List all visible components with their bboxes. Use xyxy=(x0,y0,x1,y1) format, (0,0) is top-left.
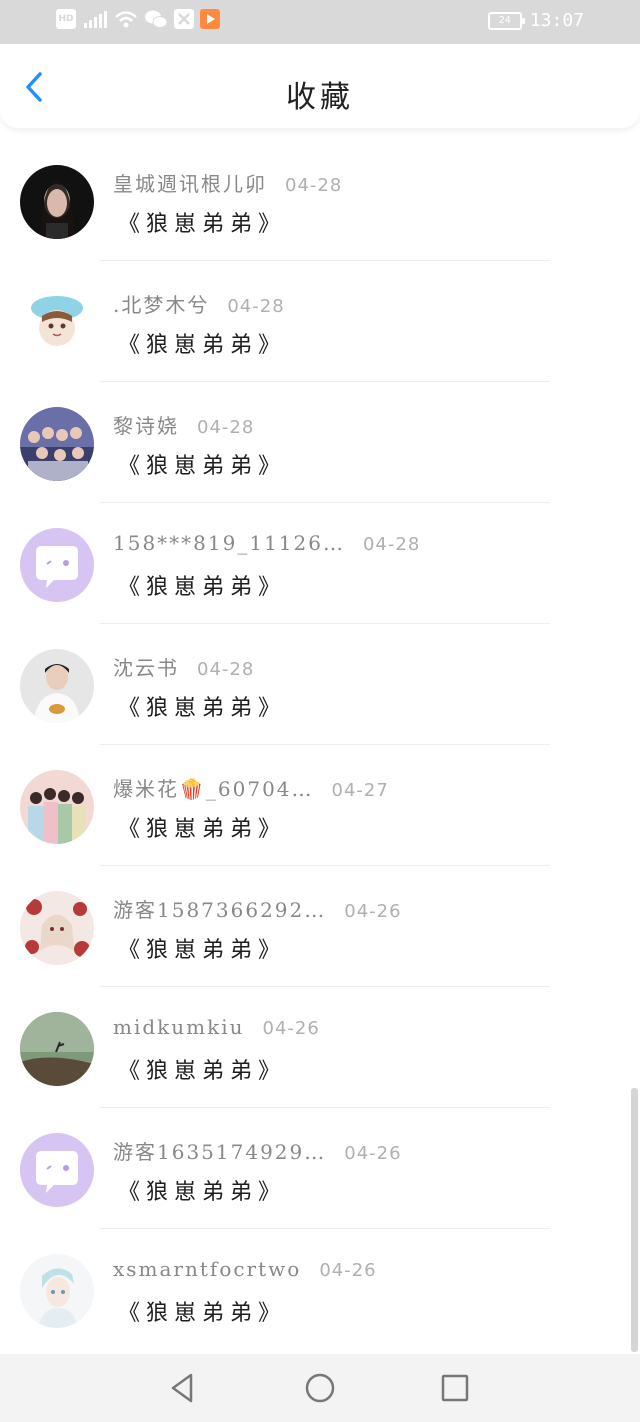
landscape-avatar[interactable] xyxy=(20,1012,94,1086)
dark-portrait-avatar[interactable] xyxy=(20,165,94,239)
battery-icon: 24 xyxy=(487,11,525,30)
nav-back-button[interactable] xyxy=(165,1370,201,1406)
nav-home-button[interactable] xyxy=(302,1370,338,1406)
date: 04-28 xyxy=(285,175,343,196)
list-item[interactable]: 爆米花🍿_60704… 04-27 《狼崽弟弟》 xyxy=(0,745,640,866)
list-item[interactable]: midkumkiu 04-26 《狼崽弟弟》 xyxy=(0,987,640,1108)
list-item[interactable]: 沈云书 04-28 《狼崽弟弟》 xyxy=(0,624,640,745)
hd-icon: HD xyxy=(56,9,76,29)
anime-boy-avatar[interactable] xyxy=(20,1254,94,1328)
list-item[interactable]: 皇城週讯根儿卯 04-28 《狼崽弟弟》 xyxy=(0,140,640,261)
favorite-title: 《狼崽弟弟》 xyxy=(118,212,287,237)
username: 皇城週讯根儿卯 xyxy=(113,172,267,196)
list-item[interactable]: 黎诗娆 04-28 《狼崽弟弟》 xyxy=(0,382,640,503)
app-x-icon xyxy=(174,9,194,29)
status-left-icons: HD xyxy=(56,9,220,29)
date: 04-28 xyxy=(227,296,285,317)
favorite-title: 《狼崽弟弟》 xyxy=(118,1180,287,1205)
username: midkumkiu xyxy=(113,1015,245,1039)
username: 黎诗娆 xyxy=(113,414,179,438)
list-item[interactable]: 游客1635174929… 04-26 《狼崽弟弟》 xyxy=(0,1108,640,1229)
list-item[interactable]: xsmarntfocrtwo 04-26 《狼崽弟弟》 xyxy=(0,1229,640,1350)
date: 04-28 xyxy=(197,417,255,438)
favorite-title: 《狼崽弟弟》 xyxy=(118,454,287,479)
scrollbar[interactable] xyxy=(631,1088,638,1352)
favorite-title: 《狼崽弟弟》 xyxy=(118,1059,287,1084)
favorite-title: 《狼崽弟弟》 xyxy=(118,938,287,963)
date: 04-26 xyxy=(319,1260,377,1281)
list-item[interactable]: .北梦木兮 04-28 《狼崽弟弟》 xyxy=(0,261,640,382)
status-time: 13:07 xyxy=(529,10,584,31)
username: 游客1635174929… xyxy=(113,1140,327,1164)
recents-square-icon xyxy=(441,1374,469,1402)
default-chat-avatar[interactable] xyxy=(20,528,94,602)
favorite-title: 《狼崽弟弟》 xyxy=(118,696,287,721)
username: xsmarntfocrtwo xyxy=(113,1257,302,1281)
group-photo-avatar[interactable] xyxy=(20,770,94,844)
date: 04-27 xyxy=(331,780,389,801)
5g-signal-icon xyxy=(82,9,108,29)
home-circle-icon xyxy=(305,1373,335,1403)
favorite-title: 《狼崽弟弟》 xyxy=(118,333,287,358)
username: 158***819_11126… xyxy=(113,531,345,555)
back-triangle-icon xyxy=(171,1373,193,1403)
status-bar: HD 24 13:07 xyxy=(0,0,640,44)
date: 04-28 xyxy=(197,659,255,680)
favorite-title: 《狼崽弟弟》 xyxy=(118,575,287,600)
favorite-title: 《狼崽弟弟》 xyxy=(118,1301,287,1326)
username: 爆米花🍿_60704… xyxy=(113,777,314,801)
username: 游客1587366292… xyxy=(113,898,327,922)
page-title: 收藏 xyxy=(286,80,354,115)
wechat-icon xyxy=(144,9,168,29)
list-item[interactable]: 158***819_11126… 04-28 《狼崽弟弟》 xyxy=(0,503,640,624)
nav-recents-button[interactable] xyxy=(437,1370,473,1406)
username: 沈云书 xyxy=(113,656,179,680)
group-photo-avatar[interactable] xyxy=(20,407,94,481)
cartoon-avatar[interactable] xyxy=(20,286,94,360)
date: 04-26 xyxy=(344,1143,402,1164)
anime-illustration-avatar[interactable] xyxy=(20,891,94,965)
wifi-icon xyxy=(114,9,138,29)
status-right: 24 13:07 xyxy=(487,10,584,31)
app-play-icon xyxy=(200,9,220,29)
favorites-list: 皇城週讯根儿卯 04-28 《狼崽弟弟》 .北梦木兮 04-28 《狼崽弟弟》 … xyxy=(0,140,640,1350)
list-item[interactable]: 游客1587366292… 04-26 《狼崽弟弟》 xyxy=(0,866,640,987)
date: 04-28 xyxy=(362,534,421,555)
default-chat-avatar[interactable] xyxy=(20,1133,94,1207)
top-app-bar: 收藏 xyxy=(0,44,640,128)
boy-portrait-avatar[interactable] xyxy=(20,649,94,723)
username: .北梦木兮 xyxy=(113,293,210,317)
system-nav-bar xyxy=(0,1354,640,1422)
favorite-title: 《狼崽弟弟》 xyxy=(118,817,287,842)
date: 04-26 xyxy=(262,1018,320,1039)
date: 04-26 xyxy=(344,901,402,922)
